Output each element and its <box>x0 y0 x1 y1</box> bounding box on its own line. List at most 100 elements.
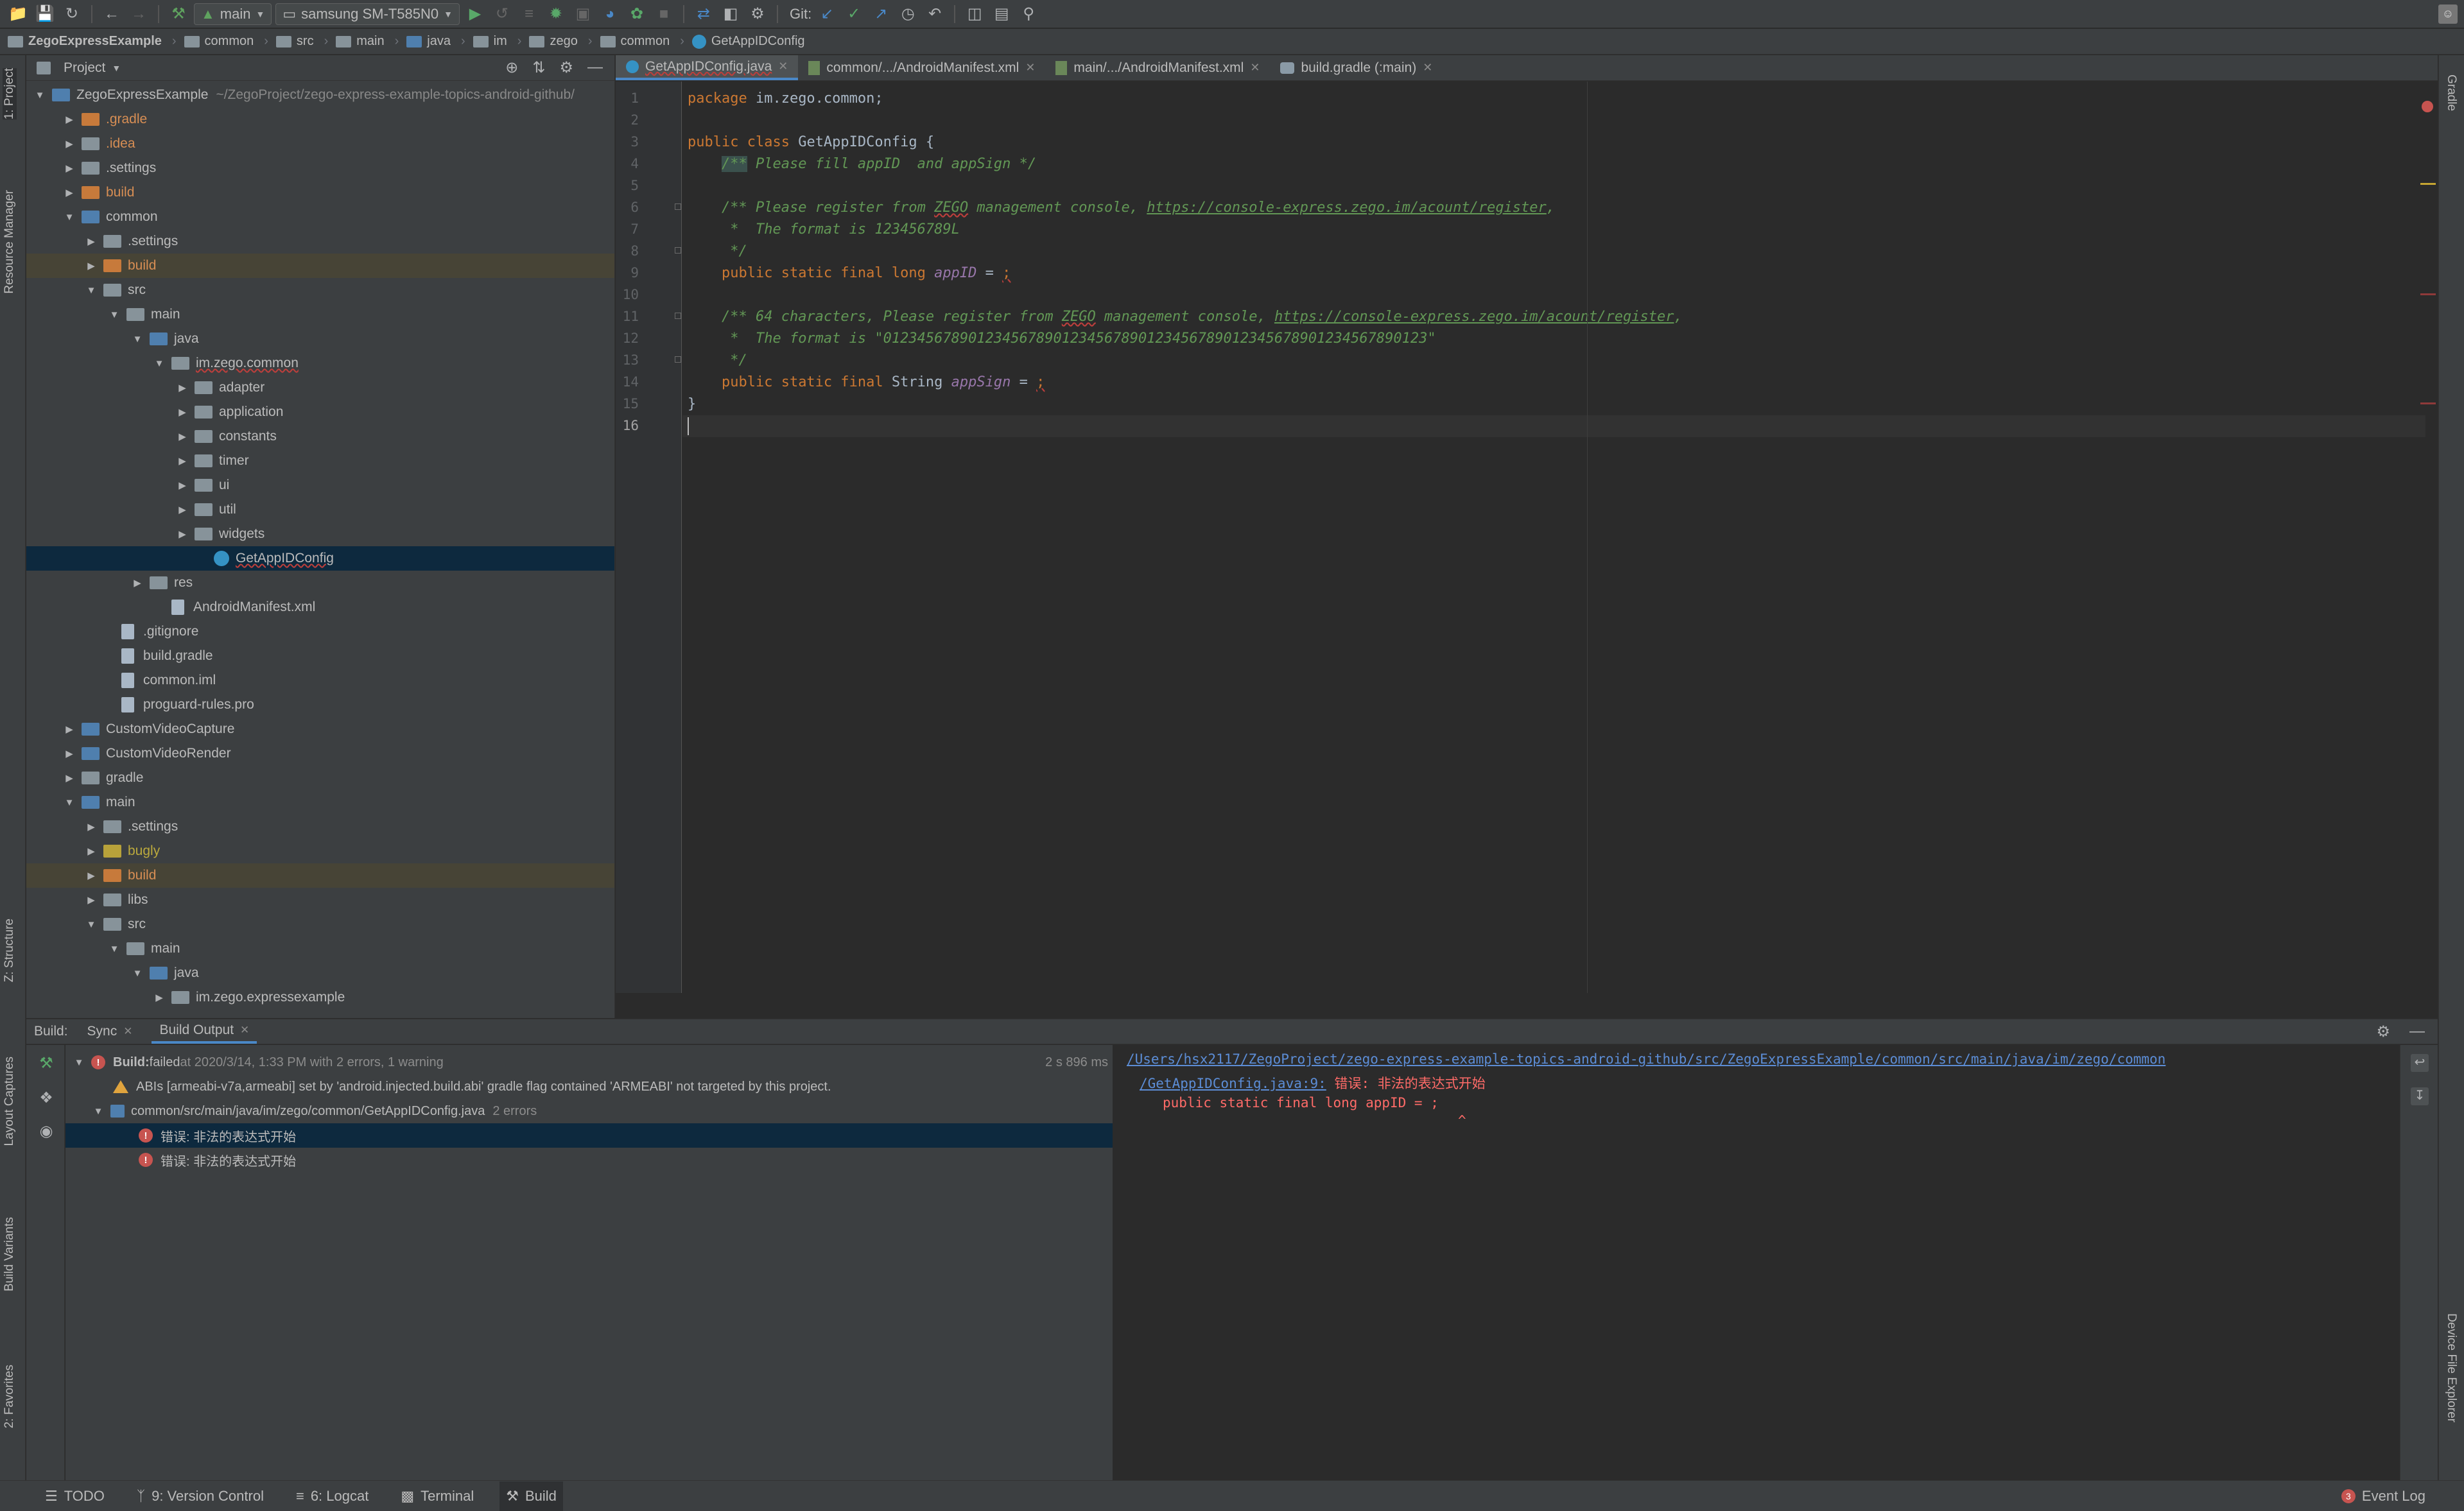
tab-build-output[interactable]: Build Output ✕ <box>152 1019 257 1044</box>
collapsed-arrow-icon[interactable]: ▶ <box>84 821 98 833</box>
collapse-all-icon[interactable]: ⇅ <box>532 58 545 77</box>
expanded-arrow-icon[interactable]: ▼ <box>84 919 98 930</box>
fold-marker-icon[interactable] <box>675 247 681 254</box>
collapsed-arrow-icon[interactable]: ▶ <box>175 406 189 418</box>
error-marker[interactable] <box>2420 402 2436 404</box>
output-file-link[interactable]: /GetAppIDConfig.java:9: <box>1140 1076 1326 1091</box>
history-icon[interactable]: ◷ <box>896 3 919 26</box>
rebuild-icon[interactable]: ⚒ <box>37 1054 56 1073</box>
tree-item[interactable]: proguard-rules.pro <box>26 693 614 717</box>
attach-debugger-icon[interactable]: ▣ <box>571 3 594 26</box>
rollback-icon[interactable]: ↶ <box>923 3 946 26</box>
tool-tab-resource-manager[interactable]: Resource Manager <box>3 190 17 294</box>
collapsed-arrow-icon[interactable]: ▶ <box>175 504 189 515</box>
scroll-to-end-icon[interactable]: ↧ <box>2411 1087 2429 1105</box>
chevron-down-icon[interactable]: ▼ <box>112 63 121 73</box>
tree-item[interactable]: ▶ build <box>26 863 614 888</box>
layout-icon[interactable]: ▤ <box>990 3 1013 26</box>
build-error-row[interactable]: ! 错误: 非法的表达式开始 <box>65 1148 1113 1172</box>
eye-icon[interactable]: ◉ <box>37 1122 56 1141</box>
save-all-icon[interactable]: 💾 <box>33 3 56 26</box>
tool-tab-device-file-explorer[interactable]: Device File Explorer <box>2444 1313 2458 1422</box>
build-file-row[interactable]: ▼ common/src/main/java/im/zego/common/Ge… <box>65 1099 1113 1123</box>
close-icon[interactable]: ✕ <box>1250 61 1260 74</box>
git-commit-icon[interactable]: ✓ <box>842 3 865 26</box>
register-link[interactable]: https://console-express.zego.im/acount/r… <box>1147 200 1547 216</box>
todo-tab[interactable]: ☰ TODO <box>39 1481 111 1511</box>
collapsed-arrow-icon[interactable]: ▶ <box>62 114 76 125</box>
code-editor[interactable]: package im.zego.common; public class Get… <box>682 82 2425 993</box>
expanded-arrow-icon[interactable]: ▼ <box>62 797 76 808</box>
tree-item[interactable]: ▼ java <box>26 961 614 985</box>
fold-marker-icon[interactable] <box>675 203 681 210</box>
expanded-arrow-icon[interactable]: ▼ <box>33 90 47 101</box>
device-selector[interactable]: ▭ samsung SM-T585N0 ▼ <box>275 3 460 25</box>
collapsed-arrow-icon[interactable]: ▶ <box>84 236 98 247</box>
breadcrumb-item[interactable]: GetAppIDConfig <box>691 34 805 49</box>
gradle-sync-icon[interactable]: ⇄ <box>692 3 715 26</box>
breadcrumb-item[interactable]: im › <box>473 34 521 49</box>
collapsed-arrow-icon[interactable]: ▶ <box>84 870 98 881</box>
expanded-arrow-icon[interactable]: ▼ <box>152 358 166 369</box>
back-icon[interactable]: ← <box>100 3 123 26</box>
tree-item[interactable]: AndroidManifest.xml <box>26 595 614 619</box>
collapsed-arrow-icon[interactable]: ▶ <box>152 992 166 1003</box>
gear-icon[interactable]: ⚙ <box>559 58 573 77</box>
make-project-icon[interactable]: ⚒ <box>167 3 190 26</box>
collapsed-arrow-icon[interactable]: ▶ <box>84 845 98 857</box>
run-icon[interactable]: ▶ <box>464 3 487 26</box>
tab-build-gradle[interactable]: build.gradle (:main) ✕ <box>1270 55 1443 80</box>
debug-icon[interactable]: ✹ <box>544 3 568 26</box>
sync-icon[interactable]: ↻ <box>60 3 83 26</box>
tree-item[interactable]: ▼ im.zego.common <box>26 351 614 376</box>
tree-item[interactable]: ▶ CustomVideoRender <box>26 741 614 766</box>
logcat-tab[interactable]: ≡ 6: Logcat <box>290 1481 375 1511</box>
build-status-row[interactable]: ▼ ! Build: failed at 2020/3/14, 1:33 PM … <box>65 1050 1113 1075</box>
close-icon[interactable]: ✕ <box>778 60 788 73</box>
project-structure-icon[interactable]: ◫ <box>963 3 986 26</box>
collapsed-arrow-icon[interactable]: ▶ <box>175 528 189 540</box>
tree-item[interactable]: ▶ .settings <box>26 815 614 839</box>
close-icon[interactable]: ✕ <box>240 1024 249 1037</box>
forward-icon[interactable]: → <box>127 3 150 26</box>
tab-common-manifest[interactable]: common/.../AndroidManifest.xml ✕ <box>798 55 1045 80</box>
rerun-icon[interactable]: ↺ <box>490 3 514 26</box>
tree-item[interactable]: ▶ im.zego.expressexample <box>26 985 614 1010</box>
terminal-tab[interactable]: ▩ Terminal <box>394 1481 480 1511</box>
collapsed-arrow-icon[interactable]: ▶ <box>175 455 189 467</box>
tab-getappidconfig[interactable]: GetAppIDConfig.java ✕ <box>616 55 799 80</box>
tree-item[interactable]: ▶ widgets <box>26 522 614 546</box>
avd-manager-icon[interactable]: ◧ <box>719 3 742 26</box>
warning-marker[interactable] <box>2420 183 2436 185</box>
tree-item[interactable]: ▶ .gradle <box>26 107 614 132</box>
tree-item[interactable]: ▶ constants <box>26 424 614 449</box>
version-control-tab[interactable]: ᛉ 9: Version Control <box>130 1481 270 1511</box>
collapsed-arrow-icon[interactable]: ▶ <box>62 772 76 784</box>
collapsed-arrow-icon[interactable]: ▶ <box>84 894 98 906</box>
tree-item[interactable]: ▶ application <box>26 400 614 424</box>
breadcrumb-item[interactable]: java › <box>406 34 465 49</box>
tree-item[interactable]: ▶ build <box>26 180 614 205</box>
tool-tab-structure[interactable]: Z: Structure <box>3 919 17 982</box>
tree-item[interactable]: ▶ libs <box>26 888 614 912</box>
tool-tab-favorites[interactable]: 2: Favorites <box>3 1365 17 1428</box>
expanded-arrow-icon[interactable]: ▼ <box>107 309 121 320</box>
expanded-arrow-icon[interactable]: ▼ <box>130 968 144 979</box>
close-icon[interactable]: ✕ <box>1025 61 1035 74</box>
tree-item[interactable]: ▶ bugly <box>26 839 614 863</box>
tree-item[interactable]: ▼ src <box>26 278 614 302</box>
tree-root[interactable]: ▼ ZegoExpressExample ~/ZegoProject/zego-ex… <box>26 83 614 107</box>
error-marker[interactable] <box>2420 293 2436 295</box>
search-icon[interactable]: ⚲ <box>1017 3 1040 26</box>
breadcrumb-item[interactable]: main › <box>336 34 399 49</box>
build-tab[interactable]: ⚒ Build <box>499 1481 563 1511</box>
output-path-link[interactable]: /Users/hsx2117/ZegoProject/zego-express-… <box>1127 1051 2165 1067</box>
tree-item[interactable]: ▼ main <box>26 790 614 815</box>
tree-item[interactable]: ▶ CustomVideoCapture <box>26 717 614 741</box>
debug-attach-icon[interactable]: ✿ <box>625 3 648 26</box>
register-link[interactable]: https://console-express.zego.im/acount/r… <box>1274 309 1674 325</box>
breadcrumb-item[interactable]: ZegoExpressExample › <box>8 34 177 49</box>
tree-item[interactable]: GetAppIDConfig <box>26 546 614 571</box>
git-update-icon[interactable]: ↙ <box>815 3 838 26</box>
stop-icon[interactable]: ■ <box>652 3 675 26</box>
